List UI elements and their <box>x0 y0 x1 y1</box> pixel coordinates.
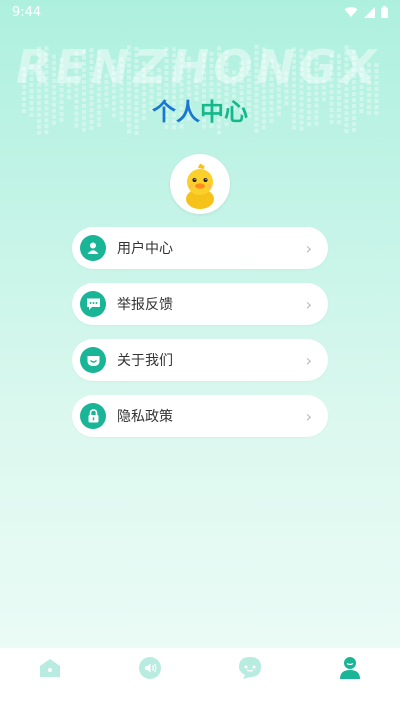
chevron-right-icon: › <box>305 406 312 426</box>
menu-item-label: 隐私政策 <box>117 409 173 425</box>
chat-icon <box>239 657 261 679</box>
page-title: 个人中心 <box>0 92 400 127</box>
smile-icon <box>80 347 106 373</box>
status-icons <box>344 6 388 18</box>
lock-icon <box>80 403 106 429</box>
menu-item-about-us[interactable]: 关于我们 › <box>72 339 328 381</box>
bottom-nav <box>0 648 400 710</box>
chevron-right-icon: › <box>305 238 312 258</box>
menu-item-user-center[interactable]: 用户中心 › <box>72 227 328 269</box>
nav-chat[interactable] <box>200 648 300 710</box>
brand-watermark: RENZHONGX <box>16 40 381 94</box>
avatar[interactable] <box>170 154 230 214</box>
profile-menu: 用户中心 › 举报反馈 › 关于我们 › 隐私政策 › <box>72 227 328 451</box>
chevron-right-icon: › <box>305 294 312 314</box>
title-part-center: 中心 <box>200 98 248 126</box>
profile-icon <box>340 657 360 679</box>
home-indicator <box>0 704 400 710</box>
menu-item-report-feedback[interactable]: 举报反馈 › <box>72 283 328 325</box>
wifi-icon <box>344 7 358 17</box>
battery-icon <box>381 6 388 18</box>
menu-item-label: 关于我们 <box>117 353 173 369</box>
speaker-icon <box>139 657 161 679</box>
duck-avatar-icon <box>172 156 228 212</box>
home-icon <box>40 659 60 677</box>
menu-item-label: 用户中心 <box>117 241 173 257</box>
nav-audio[interactable] <box>100 648 200 710</box>
signal-icon <box>364 6 375 18</box>
status-time: 9:44 <box>12 4 42 20</box>
status-bar: 9:44 <box>0 0 400 24</box>
title-part-personal: 个人 <box>152 98 200 126</box>
chat-dots-icon <box>80 291 106 317</box>
chevron-right-icon: › <box>305 350 312 370</box>
menu-item-privacy-policy[interactable]: 隐私政策 › <box>72 395 328 437</box>
nav-home[interactable] <box>0 648 100 710</box>
menu-item-label: 举报反馈 <box>117 297 173 313</box>
user-icon <box>80 235 106 261</box>
nav-profile[interactable] <box>300 648 400 710</box>
